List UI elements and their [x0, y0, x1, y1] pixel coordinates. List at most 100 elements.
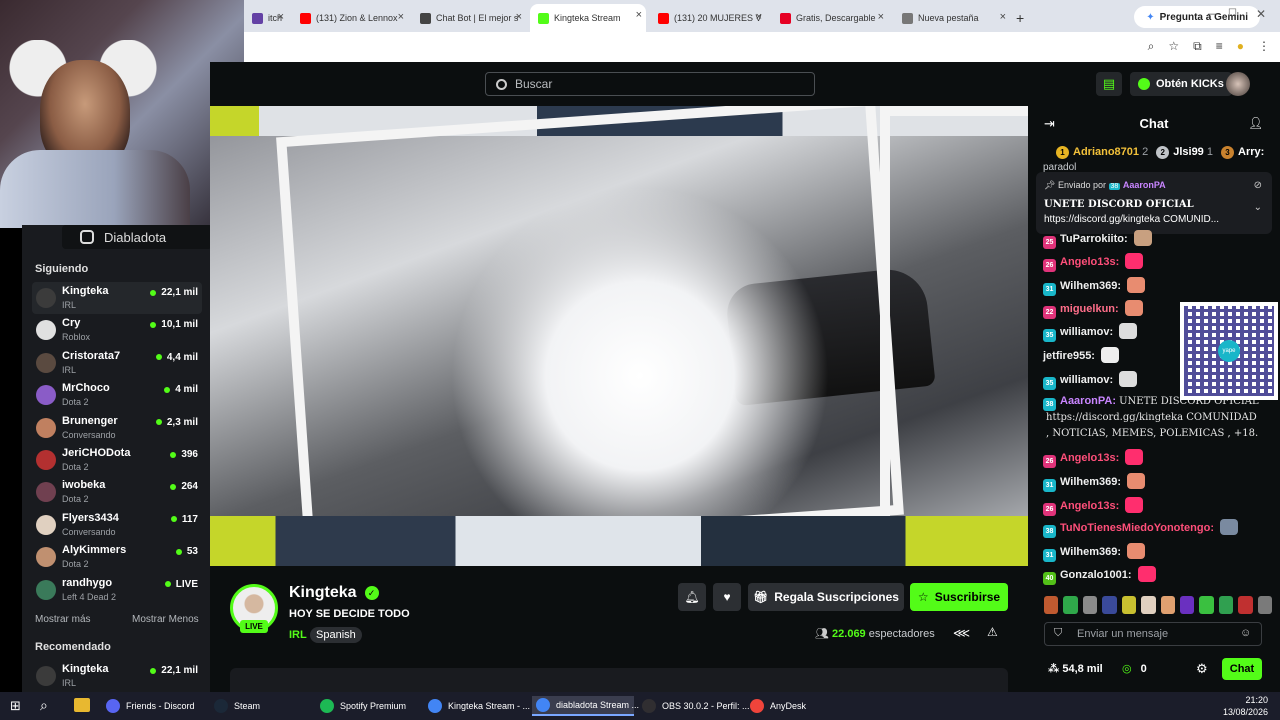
taskbar-app[interactable]: Kingteka Stream - ... [424, 696, 530, 716]
close-window-button[interactable]: ✕ [1256, 7, 1266, 21]
taskbar-app[interactable]: AnyDesk [746, 696, 806, 716]
show-less-link[interactable]: Mostrar Menos [132, 614, 199, 625]
maximize-button[interactable]: ☐ [1228, 8, 1237, 19]
close-tab-icon[interactable]: × [278, 11, 284, 23]
taskbar-app[interactable]: Steam [210, 696, 312, 716]
chat-message[interactable]: 40 Gonzalo1001: [1043, 566, 1156, 585]
browser-tab[interactable]: Kingteka Stream × [530, 4, 646, 32]
media-icon[interactable]: ≡ [1216, 39, 1223, 54]
browser-tab[interactable]: itch × [244, 6, 288, 30]
emoji-icon[interactable]: ☺ [1240, 627, 1251, 639]
chat-username[interactable]: Gonzalo1001: [1060, 569, 1132, 581]
chat-username[interactable]: TuNoTienesMiedoYonotengo: [1060, 522, 1214, 534]
close-tab-icon[interactable]: × [878, 11, 884, 23]
chat-message[interactable]: jetfire955: [1043, 347, 1120, 363]
unpin-icon[interactable]: ⊘ [1254, 180, 1262, 191]
sidebar-channel[interactable]: AlyKimmers Dota 2 53 [32, 541, 202, 573]
emote-icon[interactable] [1063, 596, 1078, 614]
subscribe-button[interactable]: ☆ Suscribirse [910, 583, 1008, 611]
follow-heart-button[interactable]: ♥ [713, 583, 741, 611]
chat-message[interactable]: 22 miguelkun: [1043, 300, 1143, 319]
browser-tab[interactable]: (131) 20 MUJERES V × [650, 6, 766, 30]
chat-message[interactable]: 31 Wilhem369: [1043, 473, 1146, 492]
chat-message[interactable]: 25 TuParrokiito: [1043, 230, 1152, 249]
zoom-icon[interactable]: ⌕ [1148, 39, 1155, 54]
report-icon[interactable]: ⚠ [987, 625, 998, 639]
taskbar-app[interactable]: Friends - Discord [102, 696, 206, 716]
sidebar-channel[interactable]: Kingteka IRL 22,1 mil [32, 282, 202, 314]
chat-message[interactable]: 38 TuNoTienesMiedoYonotengo: [1043, 519, 1239, 538]
sidebar-channel[interactable]: Cry Roblox 10,1 mil [32, 314, 202, 346]
close-tab-icon[interactable]: × [756, 11, 762, 23]
shield-icon[interactable]: ⛉ [1054, 627, 1062, 640]
sidebar-channel[interactable]: Kingteka IRL 22,1 mil [32, 660, 202, 692]
extensions-icon[interactable]: ⧉ [1193, 39, 1202, 54]
share-icon[interactable]: ⋘ [953, 626, 970, 640]
chat-settings-gear-icon[interactable]: ⚙ [1196, 661, 1208, 677]
pinned-message[interactable]: 📌︎ Enviado por 38 AaaronPA UNETE DISCORD… [1036, 172, 1272, 234]
emote-icon[interactable] [1238, 596, 1253, 614]
taskbar-app[interactable]: diabladota Stream ... [532, 696, 639, 716]
emote-icon[interactable] [1160, 596, 1175, 614]
close-tab-icon[interactable]: × [398, 11, 404, 23]
menu-icon[interactable]: ⋮ [1258, 39, 1270, 54]
close-tab-icon[interactable]: × [516, 11, 522, 23]
sidebar-channel[interactable]: randhygo Left 4 Dead 2 LIVE [32, 574, 202, 606]
gift-subs-button[interactable]: 🎁︎ Regala Suscripciones [748, 583, 904, 611]
chat-message[interactable]: 26 Angelo13s: [1043, 497, 1144, 516]
video-player[interactable] [210, 106, 1028, 566]
gifter-entry[interactable]: 3 Arry: [1221, 146, 1264, 159]
chat-username[interactable]: TuParrokiito: [1060, 233, 1128, 245]
gemini-button[interactable]: ✦ Pregunta a Gemini [1134, 6, 1260, 28]
chat-username[interactable]: williamov: [1060, 326, 1113, 338]
emote-icon[interactable] [1121, 596, 1137, 614]
chat-username[interactable]: Wilhem369: [1060, 546, 1121, 558]
get-kicks-button[interactable]: Obtén KICKs [1130, 72, 1232, 96]
sidebar-channel[interactable]: Cristorata7 IRL 4,4 mil [32, 347, 202, 379]
search-input[interactable]: Buscar [485, 72, 815, 96]
browser-tab[interactable]: Gratis, Descargable × [772, 6, 888, 30]
sidebar-channel[interactable]: Brunenger Conversando 2,3 mil [32, 412, 202, 444]
emote-icon[interactable] [1257, 596, 1273, 614]
sidebar-channel[interactable]: MrChoco Dota 2 4 mil [32, 379, 202, 411]
show-more-link[interactable]: Mostrar más [35, 614, 91, 625]
file-explorer-icon[interactable] [74, 698, 90, 712]
chat-username[interactable]: Angelo13s: [1060, 256, 1119, 268]
gifter-entry[interactable]: 1 Adriano8701 2 [1056, 146, 1148, 159]
chat-username[interactable]: Wilhem369: [1060, 476, 1121, 488]
chat-message[interactable]: 26 Angelo13s: [1043, 253, 1144, 272]
emote-icon[interactable] [1141, 596, 1156, 614]
chat-message[interactable]: 35 williamov: [1043, 323, 1138, 342]
chat-username[interactable]: Angelo13s: [1060, 452, 1119, 464]
streamer-name[interactable]: Kingteka ✓ [289, 584, 379, 602]
emote-icon[interactable] [1218, 596, 1234, 614]
taskbar-app[interactable]: OBS 30.0.2 - Perfil: ... [638, 696, 750, 716]
chat-message[interactable]: 31 Wilhem369: [1043, 543, 1146, 562]
close-tab-icon[interactable]: × [636, 9, 642, 21]
chat-users-icon[interactable]: 👤︎ [1248, 116, 1263, 130]
chat-message-input[interactable]: Enviar un mensaje [1044, 622, 1262, 646]
library-button[interactable]: ▤ [1096, 72, 1122, 96]
chevron-down-icon[interactable]: ⌄ [1254, 202, 1262, 213]
chat-message[interactable]: , NOTICIAS, MEMES, POLEMICAS , +18. [1046, 427, 1258, 439]
kicks-balance[interactable]: ◎ 0 [1122, 662, 1147, 675]
taskbar-clock[interactable]: 21:20 13/08/2026 [1223, 694, 1268, 718]
emote-icon[interactable] [1199, 596, 1214, 614]
chat-username[interactable]: miguelkun: [1060, 303, 1119, 315]
emote-icon[interactable] [1082, 596, 1098, 614]
browser-tab[interactable]: (131) Zion & Lennox × [292, 6, 408, 30]
gifter-entry[interactable]: 2 Jlsi99 1 [1156, 146, 1213, 159]
user-avatar[interactable] [1226, 72, 1250, 96]
stream-language-tag[interactable]: Spanish [310, 627, 362, 643]
stream-category[interactable]: IRL [289, 629, 307, 641]
points-balance[interactable]: ⁂ 54,8 mil [1048, 662, 1103, 675]
chat-username[interactable]: AaaronPA: [1060, 395, 1116, 407]
sidebar-channel[interactable]: iwobeka Dota 2 264 [32, 476, 202, 508]
chat-username[interactable]: Angelo13s: [1060, 500, 1119, 512]
taskbar-search-icon[interactable]: ⌕ [40, 697, 48, 714]
taskbar-app[interactable]: Spotify Premium [316, 696, 420, 716]
emote-icon[interactable] [1044, 596, 1059, 614]
chat-username[interactable]: williamov: [1060, 374, 1113, 386]
new-tab-button[interactable]: + [1016, 6, 1024, 30]
chat-message[interactable]: https://discord.gg/kingteka COMUNIDAD [1046, 411, 1257, 423]
